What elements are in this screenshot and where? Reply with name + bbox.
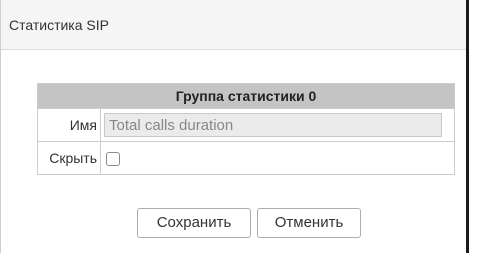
name-row: Имя [37,108,455,142]
hide-row: Скрыть [37,141,455,175]
statistics-group-table: Группа статистики 0 Имя Скрыть [37,83,455,175]
hide-checkbox[interactable] [106,152,120,167]
panel-title: Статистика SIP [9,17,109,33]
name-cell [100,108,455,142]
group-header: Группа статистики 0 [37,83,455,109]
name-label: Имя [37,108,101,142]
name-field[interactable] [104,113,442,137]
sip-statistics-panel: Статистика SIP Группа статистики 0 Имя С… [0,0,469,253]
hide-cell [100,141,455,175]
group-header-row: Группа статистики 0 [37,83,455,109]
hide-label: Скрыть [37,141,101,175]
panel-header: Статистика SIP [1,0,466,50]
save-button[interactable]: Сохранить [137,208,251,238]
cancel-button[interactable]: Отменить [257,208,361,238]
